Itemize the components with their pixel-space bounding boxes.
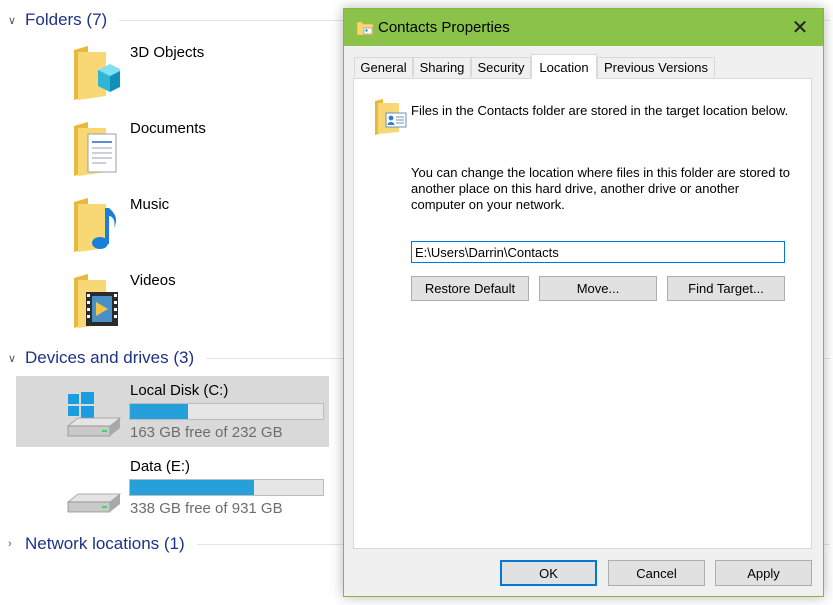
chevron-down-icon[interactable]: ∨ [8,352,22,365]
tab-previous-versions[interactable]: Previous Versions [597,57,715,77]
folder-item-3d-objects[interactable]: 3D Objects [70,44,330,110]
dialog-titlebar[interactable]: Contacts Properties ✕ [344,9,823,46]
videos-icon [74,274,118,328]
ok-button[interactable]: OK [500,560,597,586]
contacts-properties-dialog: Contacts Properties ✕ General Sharing Se… [343,8,824,597]
target-path-input[interactable] [411,241,785,263]
folder-label: Videos [130,272,176,289]
drive-usage-bar [129,479,324,496]
drive-usage-fill [130,480,254,495]
folder-label: 3D Objects [130,44,205,61]
tab-sharing[interactable]: Sharing [413,57,471,77]
folder-label: Music [130,196,170,213]
chevron-right-icon[interactable]: › [8,538,22,550]
network-section-title: Network locations (1) [25,534,185,553]
drive-usage-bar [129,403,324,420]
tab-general[interactable]: General [354,57,413,77]
contacts-folder-icon [375,99,407,135]
folders-section-title: Folders (7) [25,10,108,29]
music-icon [74,198,117,252]
drive-item-local-disk-c[interactable]: Local Disk (C:) 163 GB free of 232 GB [16,376,329,447]
folder-label: Documents [130,120,206,137]
cancel-button[interactable]: Cancel [608,560,705,586]
drive-name: Data (E:) [130,458,191,475]
drive-free-space: 338 GB free of 931 GB [130,500,283,517]
drive-free-space: 163 GB free of 232 GB [130,424,283,441]
folder-item-videos[interactable]: Videos [70,272,330,338]
documents-icon [74,122,117,176]
contacts-folder-icon [356,21,374,36]
location-tab-panel: Files in the Contacts folder are stored … [353,78,812,549]
close-icon: ✕ [791,17,809,39]
folder-item-music[interactable]: Music [70,196,330,262]
location-info-text: Files in the Contacts folder are stored … [411,103,789,118]
tab-location[interactable]: Location [531,54,597,79]
apply-button[interactable]: Apply [715,560,812,586]
find-target-button[interactable]: Find Target... [667,276,785,301]
drive-item-data-e[interactable]: Data (E:) 338 GB free of 931 GB [16,452,329,523]
drive-icon [66,493,122,513]
drive-usage-fill [130,404,188,419]
location-change-text: You can change the location where files … [411,165,790,212]
dialog-title: Contacts Properties [378,19,510,36]
restore-default-button[interactable]: Restore Default [411,276,529,301]
folder-item-documents[interactable]: Documents [70,120,330,186]
3d-objects-icon [74,46,120,100]
drive-icon [66,392,122,437]
close-button[interactable]: ✕ [777,9,823,46]
move-button[interactable]: Move... [539,276,657,301]
tab-security[interactable]: Security [471,57,531,77]
devices-section-title: Devices and drives (3) [25,348,195,367]
drive-name: Local Disk (C:) [130,382,229,399]
chevron-down-icon[interactable]: ∨ [8,14,22,27]
